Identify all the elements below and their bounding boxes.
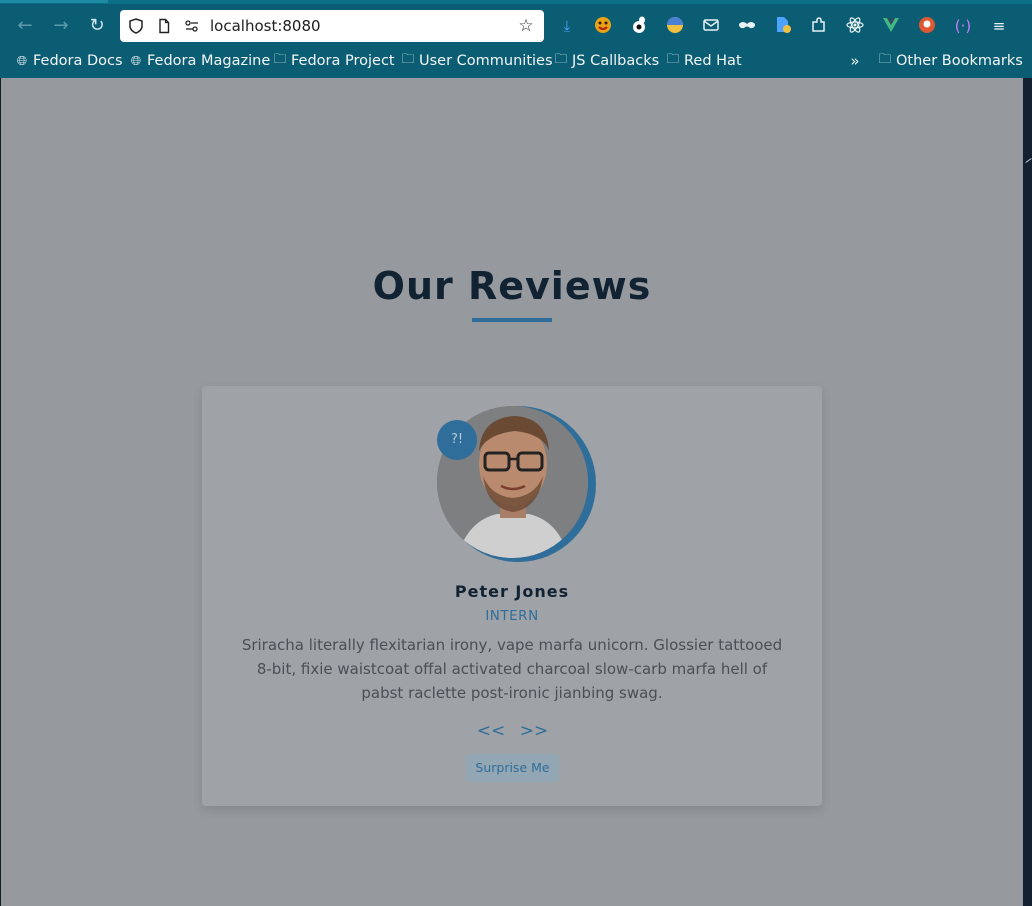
edge-streak: [1025, 158, 1032, 163]
review-card: ?! Peter Jones INTERN Sriracha literally…: [202, 386, 822, 806]
hamburger-menu-icon[interactable]: ≡: [989, 16, 1009, 36]
mail-icon[interactable]: [701, 16, 721, 36]
bookmarks-overflow-chevron-icon[interactable]: »: [846, 51, 864, 71]
url-text[interactable]: localhost:8080: [210, 17, 321, 35]
bookmark-label: Fedora Magazine: [147, 53, 271, 69]
bookmark-label: Other Bookmarks: [896, 53, 1023, 69]
bookmark-fedora-project[interactable]: 🗀 Fedora Project: [272, 52, 395, 70]
shield-icon[interactable]: [128, 18, 144, 34]
bookmark-fedora-docs[interactable]: 🌐︎ Fedora Docs: [14, 52, 123, 70]
puzzle-extensions-icon[interactable]: [809, 16, 829, 36]
react-devtools-icon[interactable]: [845, 16, 865, 36]
bookmark-star-icon[interactable]: ☆: [518, 18, 534, 35]
site-permissions-icon[interactable]: [184, 18, 200, 34]
downloads-icon[interactable]: ⤓: [557, 16, 577, 36]
quote-badge: ?!: [437, 420, 477, 460]
browser-chrome: ← → ↻ localhost:8080 ☆ ⤓ (·) ≡ 🌐︎ Fedora…: [0, 0, 1032, 78]
bookmark-label: User Communities: [419, 53, 553, 69]
vue-devtools-icon[interactable]: [881, 16, 901, 36]
bookmark-user-communities[interactable]: 🗀 User Communities: [400, 52, 553, 70]
folder-icon: 🗀: [273, 52, 287, 67]
prev-review-button[interactable]: <<: [476, 720, 506, 742]
surprise-me-button[interactable]: Surprise Me: [466, 754, 559, 782]
folder-icon: 🗀: [554, 52, 568, 67]
globe-icon: 🌐︎: [130, 53, 142, 69]
tab-strip: [0, 0, 1032, 4]
page-icon[interactable]: [156, 18, 172, 34]
extension-face-icon[interactable]: [593, 16, 613, 36]
reviewer-name: Peter Jones: [454, 582, 570, 601]
gnome-extension-icon[interactable]: [629, 16, 649, 36]
bookmark-red-hat[interactable]: 🗀 Red Hat: [665, 52, 742, 70]
bookmark-label: Red Hat: [684, 53, 742, 69]
extension-brackets-icon[interactable]: (·): [953, 16, 973, 36]
review-text: Sriracha literally flexitarian irony, va…: [241, 636, 783, 702]
next-review-button[interactable]: >>: [519, 720, 549, 742]
other-bookmarks[interactable]: 🗀 Other Bookmarks: [877, 52, 1023, 70]
title-underline: [472, 318, 552, 322]
file-badge-icon[interactable]: [773, 16, 793, 36]
address-bar[interactable]: localhost:8080 ☆: [120, 10, 544, 42]
folder-icon: 🗀: [401, 52, 415, 67]
folder-icon: 🗀: [666, 52, 680, 67]
page-viewport: Our Reviews ?! Peter Jones INTERN Srirac…: [1, 78, 1023, 906]
active-tab-indicator[interactable]: [0, 0, 108, 3]
mask-icon[interactable]: [737, 16, 757, 36]
forward-button[interactable]: →: [49, 14, 73, 38]
section-title: Our Reviews: [372, 264, 652, 308]
reviewer-job: INTERN: [485, 608, 539, 624]
reload-button[interactable]: ↻: [85, 14, 109, 38]
multicolor-extension-icon[interactable]: [665, 16, 685, 36]
bookmark-label: Fedora Docs: [33, 53, 123, 69]
window-edge: [1023, 78, 1032, 906]
back-button[interactable]: ←: [13, 14, 37, 38]
bookmark-label: JS Callbacks: [572, 53, 660, 69]
bookmark-label: Fedora Project: [291, 53, 395, 69]
bookmark-fedora-magazine[interactable]: 🌐︎ Fedora Magazine: [128, 52, 270, 70]
navigation-toolbar: ← → ↻ localhost:8080 ☆ ⤓ (·) ≡: [0, 6, 1032, 46]
globe-icon: 🌐︎: [16, 53, 28, 69]
duckduckgo-icon[interactable]: [917, 16, 937, 36]
bookmark-js-callbacks[interactable]: 🗀 JS Callbacks: [553, 52, 659, 70]
bookmarks-toolbar: 🌐︎ Fedora Docs 🌐︎ Fedora Magazine 🗀 Fedora …: [0, 46, 1032, 76]
folder-icon: 🗀: [878, 52, 892, 67]
